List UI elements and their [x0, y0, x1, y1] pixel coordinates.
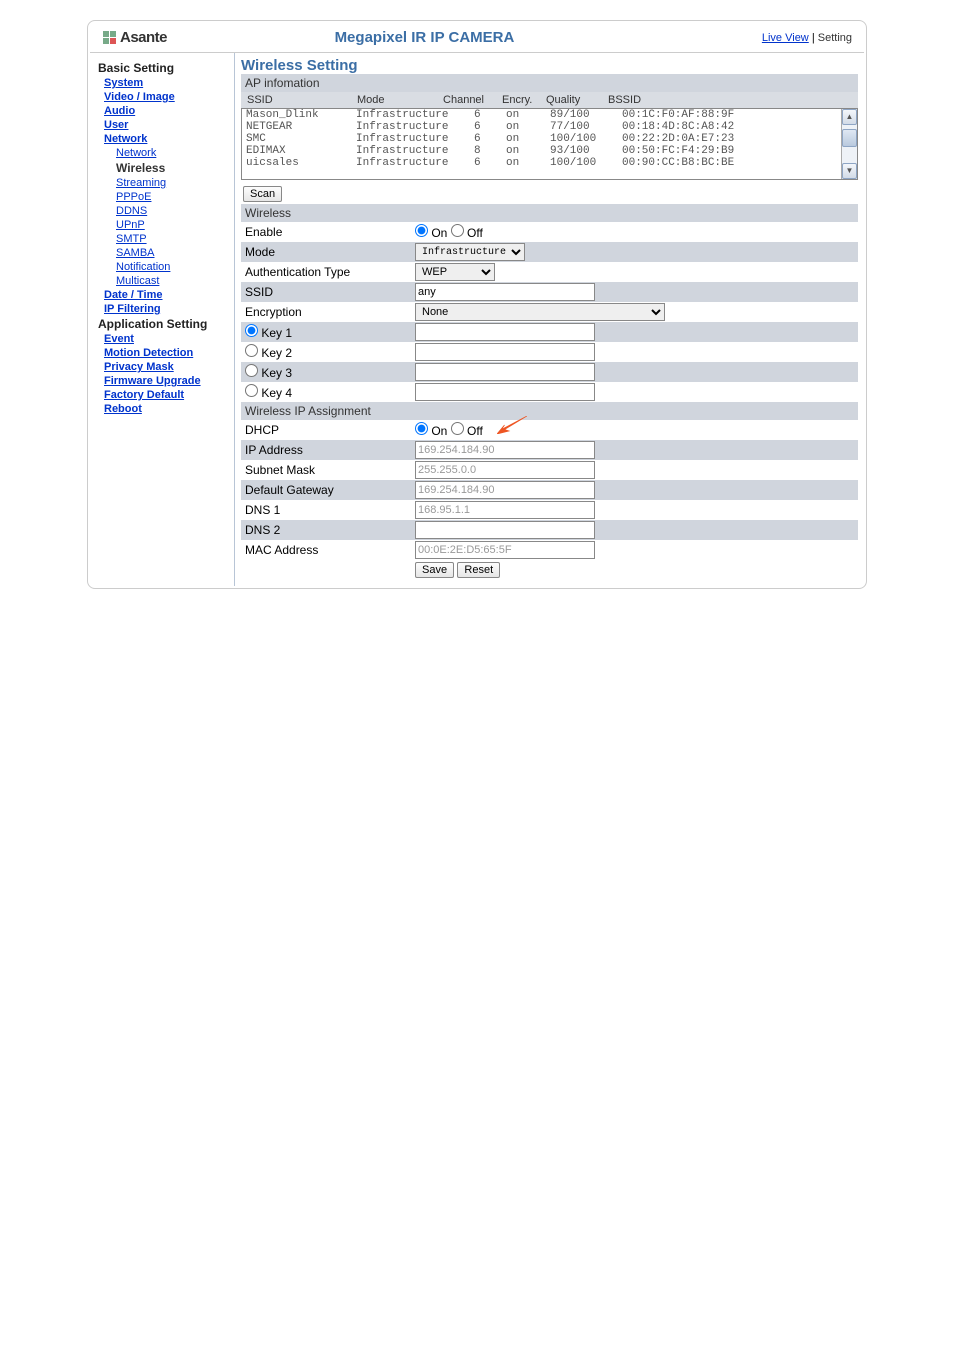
sidebar-item-notification[interactable]: Notification — [116, 261, 226, 273]
sidebar-item-date-time[interactable]: Date / Time — [104, 289, 226, 301]
sidebar-item-network-sub[interactable]: Network — [116, 147, 226, 159]
enable-off-radio[interactable] — [451, 224, 464, 237]
sidebar-item-motion-detection[interactable]: Motion Detection — [104, 347, 226, 359]
sidebar-basic-setting: Basic Setting — [98, 61, 226, 75]
key3-label: Key 3 — [261, 366, 292, 380]
dns2-input[interactable] — [415, 521, 595, 539]
scroll-thumb[interactable] — [842, 129, 857, 147]
sidebar-item-smtp[interactable]: SMTP — [116, 233, 226, 245]
ap-list-row[interactable]: uicsalesInfrastructure6on100/10000:90:CC… — [242, 157, 841, 169]
ip-address-input[interactable] — [415, 441, 595, 459]
key2-label: Key 2 — [261, 346, 292, 360]
top-nav: Live View | Setting — [762, 32, 852, 44]
ap-col-quality: Quality — [540, 92, 602, 108]
enable-label: Enable — [241, 222, 411, 242]
page-title: Megapixel IR IP CAMERA — [87, 29, 762, 46]
sidebar-item-ddns[interactable]: DDNS — [116, 205, 226, 217]
ap-list-row[interactable]: Mason_DlinkInfrastructure6on89/10000:1C:… — [242, 109, 841, 121]
sidebar-item-reboot[interactable]: Reboot — [104, 403, 226, 415]
ssid-input[interactable] — [415, 283, 595, 301]
sidebar-item-audio[interactable]: Audio — [104, 105, 226, 117]
sidebar-item-samba[interactable]: SAMBA — [116, 247, 226, 259]
dhcp-on-radio[interactable] — [415, 422, 428, 435]
key2-radio[interactable] — [245, 344, 258, 357]
ap-list-row[interactable]: SMCInfrastructure6on100/10000:22:2D:0A:E… — [242, 133, 841, 145]
sidebar-item-network[interactable]: Network — [104, 133, 226, 145]
header: Asante Megapixel IR IP CAMERA Live View … — [90, 23, 864, 53]
wireless-setting-title: Wireless Setting — [241, 57, 858, 74]
dns2-label: DNS 2 — [241, 520, 411, 540]
sidebar-item-streaming[interactable]: Streaming — [116, 177, 226, 189]
ap-list-row[interactable]: EDIMAXInfrastructure8on93/10000:50:FC:F4… — [242, 145, 841, 157]
key1-label: Key 1 — [261, 326, 292, 340]
auth-type-select[interactable]: WEP — [415, 263, 495, 281]
ap-col-bssid: BSSID — [602, 92, 858, 108]
sidebar: Basic Setting System Video / Image Audio… — [90, 53, 235, 586]
key4-radio[interactable] — [245, 384, 258, 397]
sidebar-item-ip-filtering[interactable]: IP Filtering — [104, 303, 226, 315]
ap-col-ssid: SSID — [241, 92, 351, 108]
sidebar-item-wireless[interactable]: Wireless — [116, 161, 226, 175]
scroll-down-icon[interactable]: ▼ — [842, 163, 857, 179]
mac-address-label: MAC Address — [241, 540, 411, 560]
default-gateway-label: Default Gateway — [241, 480, 411, 500]
default-gateway-input[interactable] — [415, 481, 595, 499]
sidebar-item-firmware-upgrade[interactable]: Firmware Upgrade — [104, 375, 226, 387]
sidebar-item-pppoe[interactable]: PPPoE — [116, 191, 226, 203]
sidebar-item-event[interactable]: Event — [104, 333, 226, 345]
ap-col-encry: Encry. — [496, 92, 540, 108]
nav-setting: Setting — [818, 32, 852, 44]
dns1-input[interactable] — [415, 501, 595, 519]
sidebar-item-video-image[interactable]: Video / Image — [104, 91, 226, 103]
wireless-section-header: Wireless — [241, 204, 858, 222]
sidebar-item-system[interactable]: System — [104, 77, 226, 89]
key1-input[interactable] — [415, 323, 595, 341]
key2-input[interactable] — [415, 343, 595, 361]
key3-input[interactable] — [415, 363, 595, 381]
dhcp-label: DHCP — [241, 420, 411, 440]
ssid-label: SSID — [241, 282, 411, 302]
wireless-ip-section-header: Wireless IP Assignment — [241, 402, 858, 420]
nav-live-view[interactable]: Live View — [762, 32, 809, 44]
mac-address-input[interactable] — [415, 541, 595, 559]
ap-col-channel: Channel — [431, 92, 496, 108]
mode-select[interactable]: Infrastructure — [415, 243, 525, 261]
mode-label: Mode — [241, 242, 411, 262]
sidebar-item-user[interactable]: User — [104, 119, 226, 131]
key4-input[interactable] — [415, 383, 595, 401]
ap-list-row[interactable]: NETGEARInfrastructure6on77/10000:18:4D:8… — [242, 121, 841, 133]
sidebar-item-privacy-mask[interactable]: Privacy Mask — [104, 361, 226, 373]
sidebar-item-multicast[interactable]: Multicast — [116, 275, 226, 287]
subnet-mask-label: Subnet Mask — [241, 460, 411, 480]
red-arrow-annotation-icon — [497, 416, 527, 434]
dns1-label: DNS 1 — [241, 500, 411, 520]
reset-button[interactable]: Reset — [457, 562, 500, 578]
scrollbar[interactable]: ▲ ▼ — [841, 109, 857, 179]
scan-button[interactable]: Scan — [243, 186, 282, 202]
ap-listbox[interactable]: Mason_DlinkInfrastructure6on89/10000:1C:… — [241, 108, 858, 180]
content-area: Wireless Setting AP infomation SSID Mode… — [235, 53, 864, 586]
scroll-up-icon[interactable]: ▲ — [842, 109, 857, 125]
subnet-mask-input[interactable] — [415, 461, 595, 479]
save-button[interactable]: Save — [415, 562, 454, 578]
ip-address-label: IP Address — [241, 440, 411, 460]
ap-col-mode: Mode — [351, 92, 431, 108]
sidebar-item-upnp[interactable]: UPnP — [116, 219, 226, 231]
ap-information-header: AP infomation — [241, 74, 858, 92]
auth-type-label: Authentication Type — [241, 262, 411, 282]
key3-radio[interactable] — [245, 364, 258, 377]
sidebar-item-factory-default[interactable]: Factory Default — [104, 389, 226, 401]
encryption-select[interactable]: None — [415, 303, 665, 321]
key1-radio[interactable] — [245, 324, 258, 337]
sidebar-application-setting: Application Setting — [98, 317, 226, 331]
enable-on-radio[interactable] — [415, 224, 428, 237]
dhcp-off-radio[interactable] — [451, 422, 464, 435]
encryption-label: Encryption — [241, 302, 411, 322]
key4-label: Key 4 — [261, 386, 292, 400]
